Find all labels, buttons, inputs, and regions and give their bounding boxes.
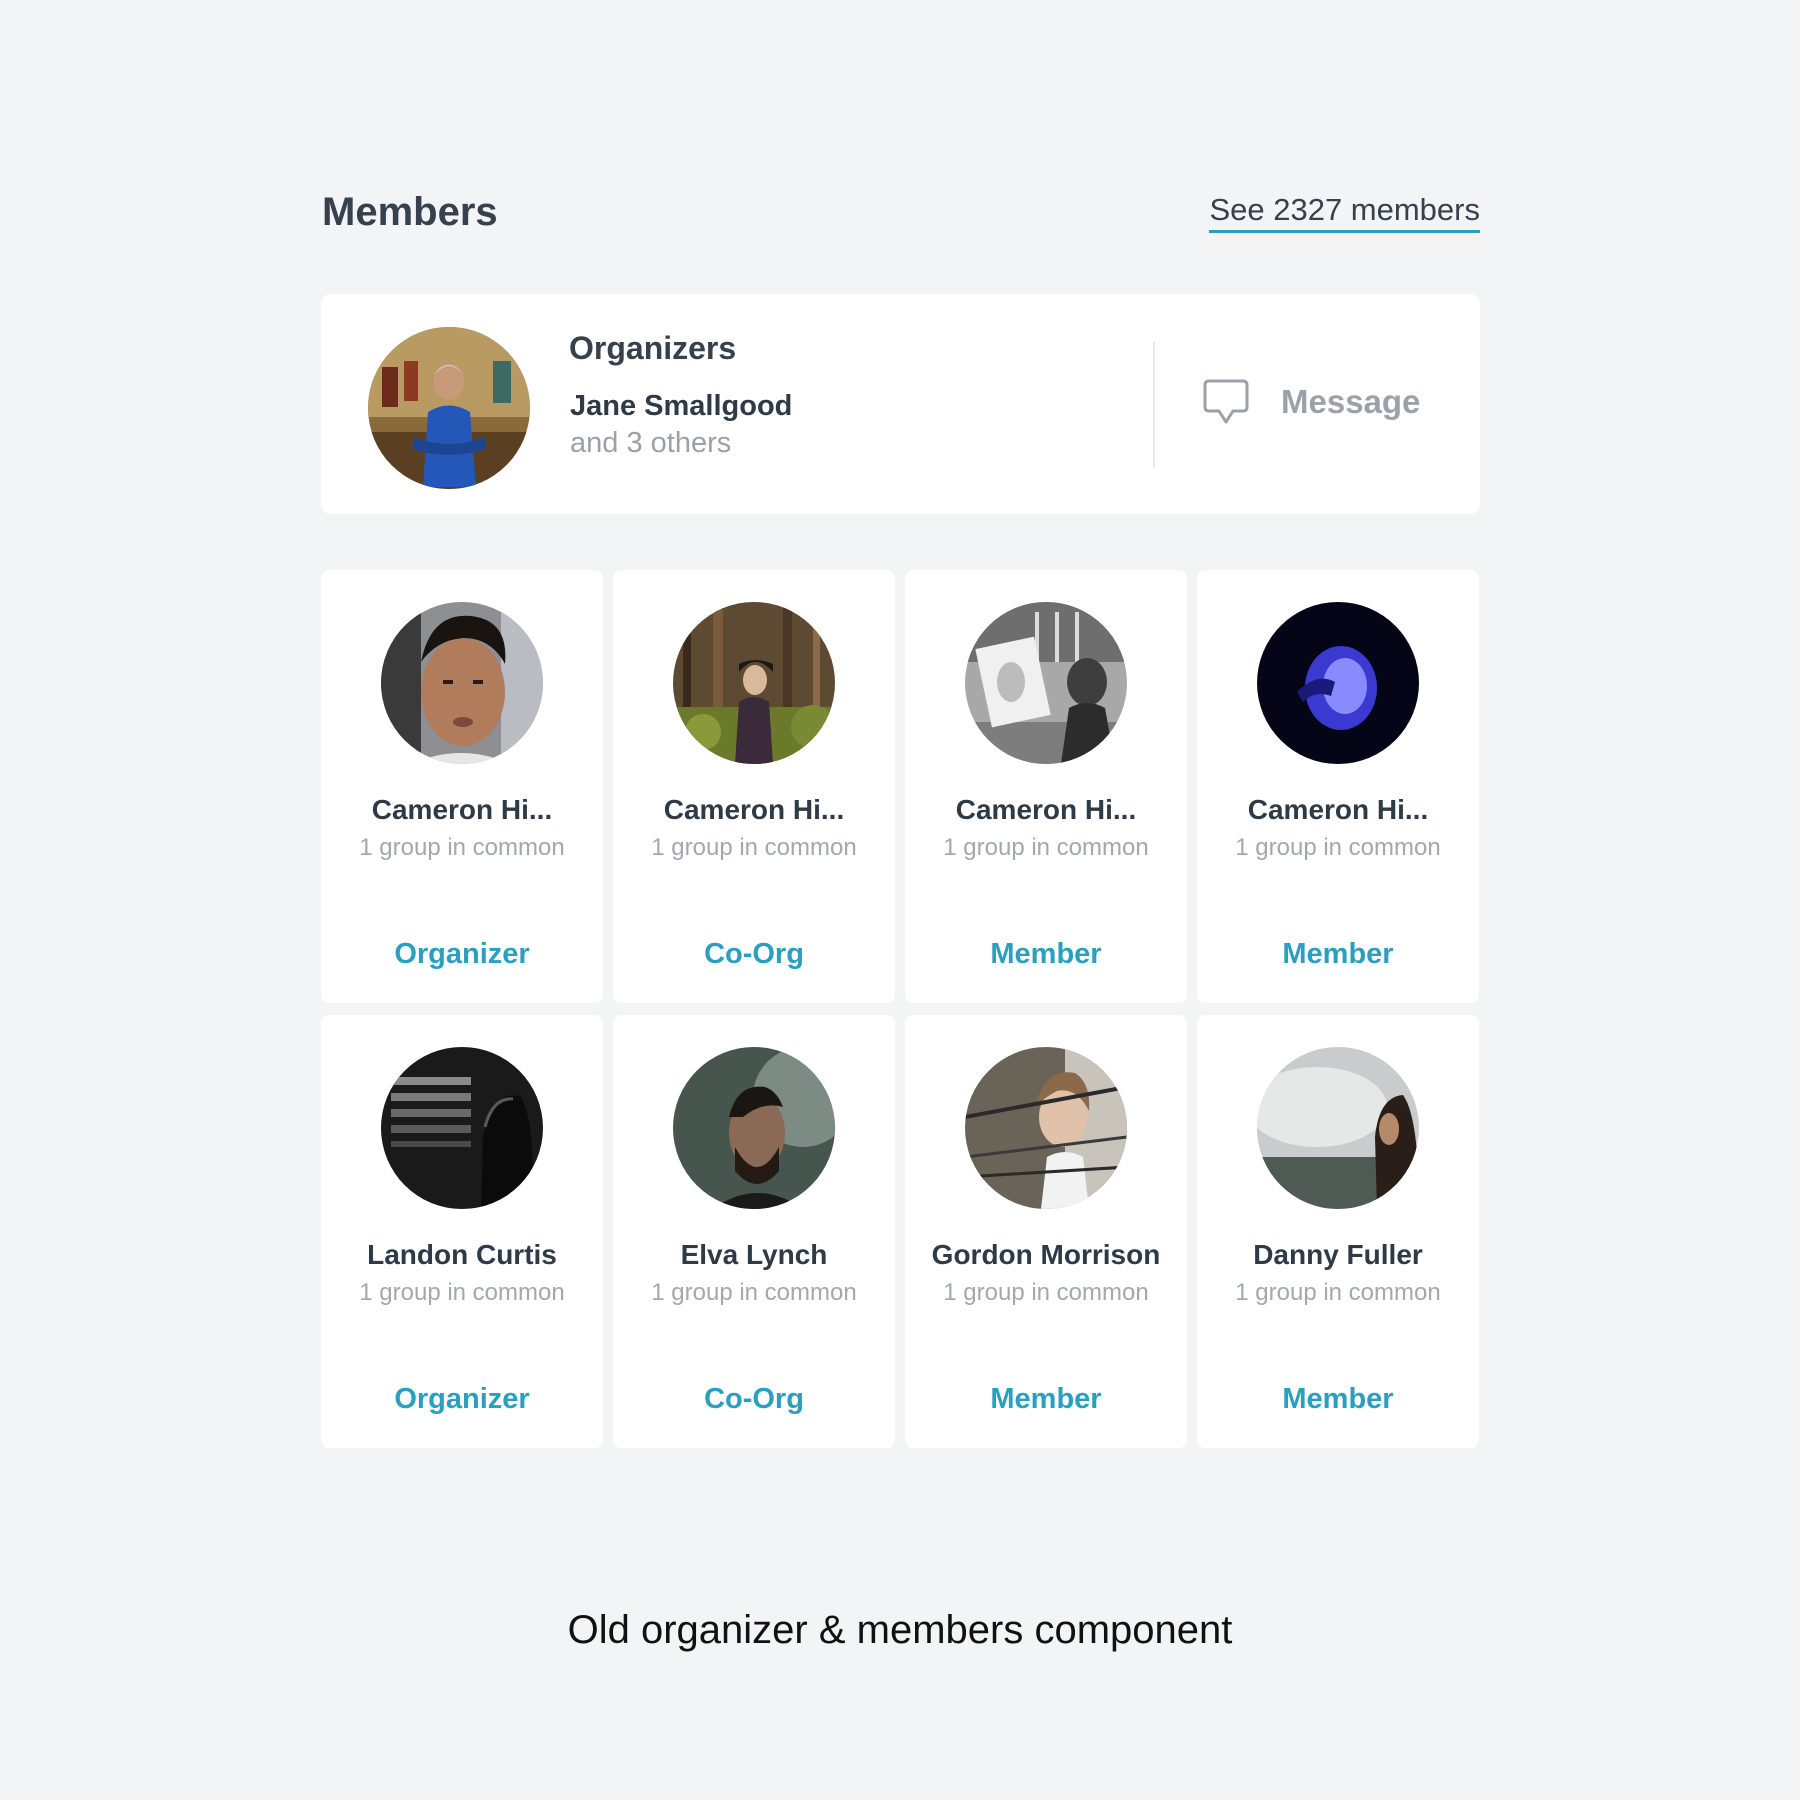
members-section-header: Members See 2327 members	[322, 190, 1480, 235]
member-avatar	[1257, 602, 1419, 764]
member-role: Member	[990, 1383, 1102, 1415]
member-groups-in-common: 1 group in common	[359, 834, 565, 861]
member-role: Organizer	[394, 1383, 530, 1415]
member-avatar	[673, 602, 835, 764]
member-groups-in-common: 1 group in common	[943, 1279, 1149, 1306]
member-card[interactable]: Landon Curtis 1 group in common Organize…	[321, 1015, 603, 1448]
member-groups-in-common: 1 group in common	[651, 1279, 857, 1306]
member-name: Cameron Hi...	[663, 794, 845, 825]
member-name: Elva Lynch	[680, 1239, 828, 1270]
member-card[interactable]: Danny Fuller 1 group in common Member	[1197, 1015, 1479, 1448]
member-avatar	[381, 602, 543, 764]
member-card[interactable]: Cameron Hi... 1 group in common Organize…	[321, 570, 603, 1003]
organizers-title: Organizers	[569, 330, 737, 366]
see-all-members-link[interactable]: See 2327 members	[1209, 192, 1480, 233]
organizer-avatar[interactable]	[368, 327, 530, 489]
member-name: Cameron Hi...	[1247, 794, 1429, 825]
member-role: Co-Org	[704, 1383, 804, 1415]
divider	[1153, 342, 1155, 468]
member-role: Member	[990, 938, 1102, 970]
message-button[interactable]: Message	[1201, 372, 1420, 432]
member-card[interactable]: Gordon Morrison 1 group in common Member	[905, 1015, 1187, 1448]
member-role: Co-Org	[704, 938, 804, 970]
members-grid: Cameron Hi... 1 group in common Organize…	[321, 570, 1480, 1448]
member-name: Gordon Morrison	[931, 1239, 1161, 1270]
member-avatar	[1257, 1047, 1419, 1209]
member-avatar	[965, 1047, 1127, 1209]
member-avatar	[381, 1047, 543, 1209]
member-role: Organizer	[394, 938, 530, 970]
member-card[interactable]: Cameron Hi... 1 group in common Co-Org	[613, 570, 895, 1003]
member-card[interactable]: Cameron Hi... 1 group in common Member	[1197, 570, 1479, 1003]
member-groups-in-common: 1 group in common	[651, 834, 857, 861]
member-groups-in-common: 1 group in common	[943, 834, 1149, 861]
member-groups-in-common: 1 group in common	[1235, 834, 1441, 861]
member-name: Danny Fuller	[1253, 1239, 1423, 1270]
member-role: Member	[1282, 1383, 1394, 1415]
member-name: Cameron Hi...	[955, 794, 1137, 825]
member-avatar	[965, 602, 1127, 764]
member-groups-in-common: 1 group in common	[1235, 1279, 1441, 1306]
member-card[interactable]: Elva Lynch 1 group in common Co-Org	[613, 1015, 895, 1448]
message-label: Message	[1281, 383, 1421, 420]
organizers-card: Organizers Jane Smallgood and 3 others M…	[321, 294, 1480, 514]
organizer-name[interactable]: Jane Smallgood	[570, 390, 792, 423]
member-card[interactable]: Cameron Hi... 1 group in common Member	[905, 570, 1187, 1003]
member-avatar	[673, 1047, 835, 1209]
member-name: Cameron Hi...	[371, 794, 553, 825]
member-role: Member	[1282, 938, 1394, 970]
organizer-others: and 3 others	[570, 427, 732, 459]
member-name: Landon Curtis	[367, 1239, 557, 1270]
speech-bubble-icon	[1201, 377, 1251, 427]
member-groups-in-common: 1 group in common	[359, 1279, 565, 1306]
caption: Old organizer & members component	[567, 1608, 1233, 1652]
section-title: Members	[322, 190, 498, 234]
